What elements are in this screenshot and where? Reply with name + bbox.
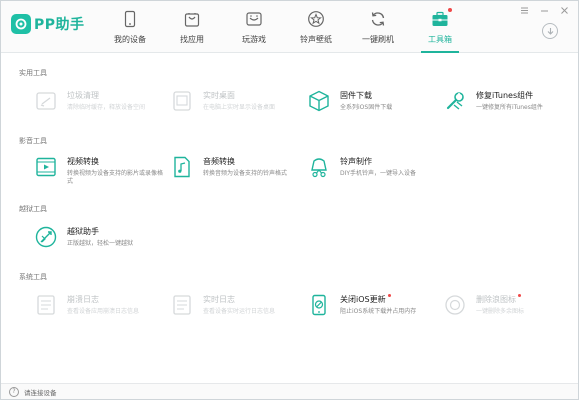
nav-label: 我的设备 xyxy=(114,35,146,44)
audio-file-icon xyxy=(169,154,195,180)
app-window: PP助手 我的设备 找应用 玩游戏 铃声壁纸 一键刷机 工具箱 实用工具 垃圾清… xyxy=(0,0,579,400)
phone-icon xyxy=(120,9,140,29)
tool-desc: 转换音频为设备支持的铃声格式 xyxy=(203,170,288,177)
jailbreak-icon xyxy=(33,224,59,250)
help-icon[interactable]: ? xyxy=(9,386,19,397)
window-controls xyxy=(518,4,570,16)
star-icon xyxy=(306,9,326,29)
phone-block-icon xyxy=(306,292,332,318)
wrench-icon xyxy=(442,88,468,114)
tool-name: 音频转换 xyxy=(203,157,235,166)
nav-one-click-flash[interactable]: 一键刷机 xyxy=(347,1,409,53)
tool-desc: DIY手机铃声，一键导入设备 xyxy=(340,170,417,177)
brand[interactable]: PP助手 xyxy=(11,13,85,35)
nav-label: 一键刷机 xyxy=(362,35,394,44)
video-icon xyxy=(33,154,59,180)
brand-name: PP助手 xyxy=(34,17,85,33)
tool-realtime-desktop[interactable]: 实时桌面 在电脑上实时显示设备桌面 xyxy=(169,88,309,120)
tool-desc: 转换视频为设备支持的影片或录像格式 xyxy=(67,170,164,185)
connection-status: 请连接设备 xyxy=(24,388,57,397)
toolbox-icon xyxy=(430,9,450,29)
download-icon xyxy=(547,27,553,35)
tool-desc: 查看设备应用崩溃日志信息 xyxy=(67,308,140,315)
tool-desc: 清除临时缓存，释放设备空间 xyxy=(67,104,146,111)
main-nav: 我的设备 找应用 玩游戏 铃声壁纸 一键刷机 工具箱 xyxy=(99,1,471,53)
section-title-media: 影音工具 xyxy=(19,137,47,145)
tool-desc: 查看设备实时运行日志信息 xyxy=(203,308,276,315)
tool-name: 视频转换 xyxy=(67,157,99,166)
tool-desc: 全系列iOS固件下载 xyxy=(340,104,393,111)
tool-remove-icon[interactable]: 删除浪图标 一键删除多余图标 xyxy=(442,292,579,324)
toolbox-content: 实用工具 垃圾清理 清除临时缓存，释放设备空间 实时桌面 在电脑上实时显示设备桌… xyxy=(1,54,578,384)
tool-name: 删除浪图标 xyxy=(476,294,576,305)
section-title-system: 系统工具 xyxy=(19,273,47,281)
nav-ringtones-wallpapers[interactable]: 铃声壁纸 xyxy=(285,1,347,53)
tool-firmware-download[interactable]: 固件下载 全系列iOS固件下载 xyxy=(306,88,446,120)
pp-logo-icon xyxy=(11,14,31,34)
section-title-jailbreak: 越狱工具 xyxy=(19,205,47,213)
nav-play-games[interactable]: 玩游戏 xyxy=(223,1,285,53)
tool-desc: 一键删除多余图标 xyxy=(476,308,525,315)
tool-jailbreak-helper[interactable]: 越狱助手 正版越狱，轻松一键越狱 xyxy=(33,224,173,256)
broom-icon xyxy=(33,88,59,114)
gamepad-icon xyxy=(244,9,264,29)
refresh-icon xyxy=(368,9,388,29)
tool-audio-convert[interactable]: 音频转换 转换音频为设备支持的铃声格式 xyxy=(169,154,309,186)
remove-icon-icon xyxy=(442,292,468,318)
tool-name: 垃圾清理 xyxy=(67,91,99,100)
tool-name: 修复iTunes组件 xyxy=(476,91,534,100)
cube-icon xyxy=(306,88,332,114)
tool-name: 铃声制作 xyxy=(340,157,372,166)
nav-find-apps[interactable]: 找应用 xyxy=(161,1,223,53)
tool-desc: 在电脑上实时显示设备桌面 xyxy=(203,104,276,111)
desktop-icon xyxy=(169,88,195,114)
notification-dot xyxy=(448,8,452,12)
minimize-icon[interactable] xyxy=(538,4,550,16)
tool-fix-itunes[interactable]: 修复iTunes组件 一键修复所有iTunes组件 xyxy=(442,88,579,120)
tool-name: 实时桌面 xyxy=(203,91,235,100)
tool-realtime-log[interactable]: 实时日志 查看设备实时运行日志信息 xyxy=(169,292,309,324)
status-bar: ? 请连接设备 xyxy=(1,383,578,399)
nav-label: 找应用 xyxy=(180,35,204,44)
tool-name: 关闭iOS更新 xyxy=(340,294,440,305)
new-badge-dot xyxy=(387,294,391,297)
tool-name: 崩溃日志 xyxy=(67,295,99,304)
tool-video-convert[interactable]: 视频转换 转换视频为设备支持的影片或录像格式 xyxy=(33,154,173,186)
tool-desc: 阻止iOS系统下载并占用内存 xyxy=(340,308,417,315)
log-icon xyxy=(169,292,195,318)
new-badge-dot xyxy=(518,294,521,297)
tool-name: 实时日志 xyxy=(203,295,235,304)
tool-ringtone-make[interactable]: 铃声制作 DIY手机铃声，一键导入设备 xyxy=(306,154,446,186)
close-icon[interactable] xyxy=(558,4,570,16)
tool-name-text: 关闭iOS更新 xyxy=(340,295,386,304)
shopping-bag-icon xyxy=(182,9,202,29)
nav-toolbox[interactable]: 工具箱 xyxy=(409,1,471,53)
scissors-bell-icon xyxy=(306,154,332,180)
tool-name-text: 删除浪图标 xyxy=(476,295,516,304)
tool-close-ios-update[interactable]: 关闭iOS更新 阻止iOS系统下载并占用内存 xyxy=(306,292,446,324)
tool-name: 固件下载 xyxy=(340,91,372,100)
nav-label: 铃声壁纸 xyxy=(300,35,332,44)
download-manager-button[interactable] xyxy=(542,23,558,39)
nav-label: 工具箱 xyxy=(428,35,452,44)
tool-desc: 正版越狱，轻松一键越狱 xyxy=(67,240,134,247)
nav-my-device[interactable]: 我的设备 xyxy=(99,1,161,53)
top-bar: PP助手 我的设备 找应用 玩游戏 铃声壁纸 一键刷机 工具箱 xyxy=(1,1,578,53)
menu-icon[interactable] xyxy=(518,4,530,16)
log-icon xyxy=(33,292,59,318)
tool-name: 越狱助手 xyxy=(67,227,99,236)
tool-crash-log[interactable]: 崩溃日志 查看设备应用崩溃日志信息 xyxy=(33,292,173,324)
tool-junk-clean[interactable]: 垃圾清理 清除临时缓存，释放设备空间 xyxy=(33,88,173,120)
nav-label: 玩游戏 xyxy=(242,35,266,44)
section-title-practical: 实用工具 xyxy=(19,69,47,77)
tool-desc: 一键修复所有iTunes组件 xyxy=(476,104,543,111)
